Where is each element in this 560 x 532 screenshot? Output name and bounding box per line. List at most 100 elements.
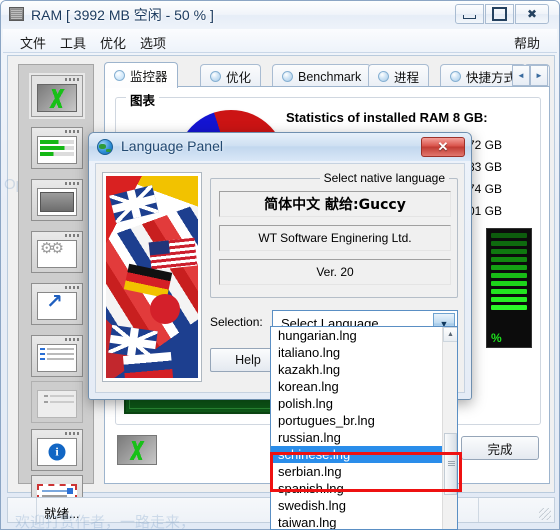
tab-label: 监控器 (130, 70, 168, 84)
tab-bullet-icon (378, 71, 389, 82)
window-dots-icon (65, 78, 79, 81)
scrollbar-thumb[interactable] (444, 433, 457, 495)
list-item[interactable]: taiwan.lng (271, 514, 457, 529)
tab-optimize[interactable]: 优化 (200, 64, 262, 88)
memory-usage-gauge: % (486, 228, 532, 348)
bars-icon (37, 136, 77, 164)
menu-item-file[interactable]: 文件 (17, 33, 49, 52)
menu-item-optimize[interactable]: 优化 (97, 33, 129, 52)
settings-checklist-icon (37, 390, 77, 418)
menu-item-help[interactable]: 帮助 (511, 33, 543, 52)
gears-icon (37, 240, 77, 268)
selection-label: Selection: (210, 315, 263, 329)
gauge-percent-label: % (491, 331, 502, 345)
native-language-group: Select native language 简体中文 献给:Guccy WT … (210, 171, 458, 298)
window-title: RAM [ 3992 MB 空闲 - 50 % ] (31, 7, 214, 23)
tab-bullet-icon (282, 71, 293, 82)
tab-benchmark[interactable]: Benchmark (272, 64, 372, 88)
restore-icon (486, 5, 513, 23)
tab-bullet-icon (114, 70, 125, 81)
tab-strip: 监控器 优化 Benchmark 进程 快捷方式 ◄ ► (104, 62, 550, 88)
list-item[interactable]: russian.lng (271, 429, 457, 446)
close-button[interactable]: ✖ (515, 4, 549, 24)
sidebar-item-settings-checklist[interactable] (31, 381, 83, 423)
memory-chip-icon (37, 188, 77, 216)
tab-scroll-next-button[interactable]: ► (530, 65, 548, 86)
info-icon (37, 438, 77, 466)
flag-japan-icon (150, 294, 180, 324)
list-item[interactable]: italiano.lng (271, 344, 457, 361)
stat-value-4: 01 GB (468, 204, 503, 218)
close-icon: ✖ (526, 7, 538, 21)
list-item[interactable]: korean.lng (271, 378, 457, 395)
dialog-close-button[interactable]: ✕ (421, 137, 465, 157)
status-text: 就绪... (44, 507, 80, 521)
tab-bullet-icon (210, 71, 221, 82)
language-dropdown-list[interactable]: hungarian.lng italiano.lng kazakh.lng ko… (270, 326, 458, 530)
title-bar: RAM [ 3992 MB 空闲 - 50 % ] ✖ (1, 1, 559, 29)
window-dots-icon (65, 432, 79, 435)
window-dots-icon (65, 286, 79, 289)
native-language-group-label: Select native language (319, 171, 449, 185)
tab-monitor[interactable]: 监控器 (104, 62, 178, 88)
tab-bullet-icon (450, 71, 461, 82)
status-separator (478, 498, 479, 522)
window-dots-icon (65, 234, 79, 237)
tab-scroll-buttons: ◄ ► (512, 65, 550, 86)
list-item[interactable]: serbian.lng (271, 463, 457, 480)
sidebar-item-chart[interactable] (31, 75, 83, 117)
globe-icon (97, 139, 113, 155)
app-icon (9, 7, 24, 21)
scroll-up-icon[interactable]: ▲ (443, 327, 457, 342)
tab-label: 进程 (394, 71, 420, 85)
flag-uk-icon (109, 185, 159, 223)
list-item[interactable]: portugues_br.lng (271, 412, 457, 429)
list-item[interactable]: spanish.lng (271, 480, 457, 497)
chart-thumbnail-icon[interactable] (117, 435, 157, 465)
tab-label: Benchmark (298, 69, 362, 84)
world-flags-image (102, 172, 202, 382)
list-item[interactable]: swedish.lng (271, 497, 457, 514)
minimize-button[interactable] (455, 4, 484, 24)
stat-value-2: 83 GB (468, 160, 503, 174)
version-field: Ver. 20 (219, 259, 451, 285)
dropdown-scrollbar[interactable]: ▲ (442, 327, 457, 529)
dialog-title-bar: Language Panel ✕ (89, 133, 471, 161)
flags-collage (106, 176, 198, 378)
shortcut-arrow-icon (37, 292, 77, 320)
flag-usa-icon (148, 237, 198, 271)
menu-item-tools[interactable]: 工具 (57, 33, 89, 52)
chart-icon (37, 84, 77, 112)
stat-value-3: 74 GB (468, 182, 503, 196)
sidebar-item-info[interactable] (31, 429, 83, 471)
list-item-selected[interactable]: schinese.lng (271, 446, 457, 463)
list-item[interactable]: kazakh.lng (271, 361, 457, 378)
dialog-title: Language Panel (121, 138, 223, 154)
window-dots-icon (65, 338, 79, 341)
sidebar-item-memory[interactable] (31, 179, 83, 221)
menu-bar: 文件 工具 优化 选项 帮助 (3, 29, 557, 53)
list-item[interactable]: polish.lng (271, 395, 457, 412)
resize-grip-icon[interactable] (539, 508, 551, 520)
window-dots-icon (65, 182, 79, 185)
tab-scroll-prev-button[interactable]: ◄ (512, 65, 530, 86)
menu-item-options[interactable]: 选项 (137, 33, 169, 52)
tab-processes[interactable]: 进程 (368, 64, 430, 88)
sidebar-item-checklist[interactable] (31, 335, 83, 377)
icon-sidebar (18, 64, 94, 517)
sidebar-item-settings[interactable] (31, 231, 83, 273)
maximize-button[interactable] (485, 4, 514, 24)
list-item[interactable]: hungarian.lng (271, 327, 457, 344)
done-button[interactable]: 完成 (461, 436, 539, 460)
chart-group-label: 图表 (126, 90, 160, 109)
tab-label: 优化 (226, 71, 252, 85)
flag-russia-icon (122, 351, 174, 378)
stat-value-1: 72 GB (468, 138, 503, 152)
sidebar-item-shortcut[interactable] (31, 283, 83, 325)
stats-title: Statistics of installed RAM 8 GB: (286, 110, 488, 125)
minimize-icon (456, 5, 483, 23)
tab-label: 快捷方式 (466, 71, 517, 85)
native-language-field: 简体中文 献给:Guccy (219, 191, 451, 217)
company-field: WT Software Enginering Ltd. (219, 225, 451, 251)
sidebar-item-bars[interactable] (31, 127, 83, 169)
